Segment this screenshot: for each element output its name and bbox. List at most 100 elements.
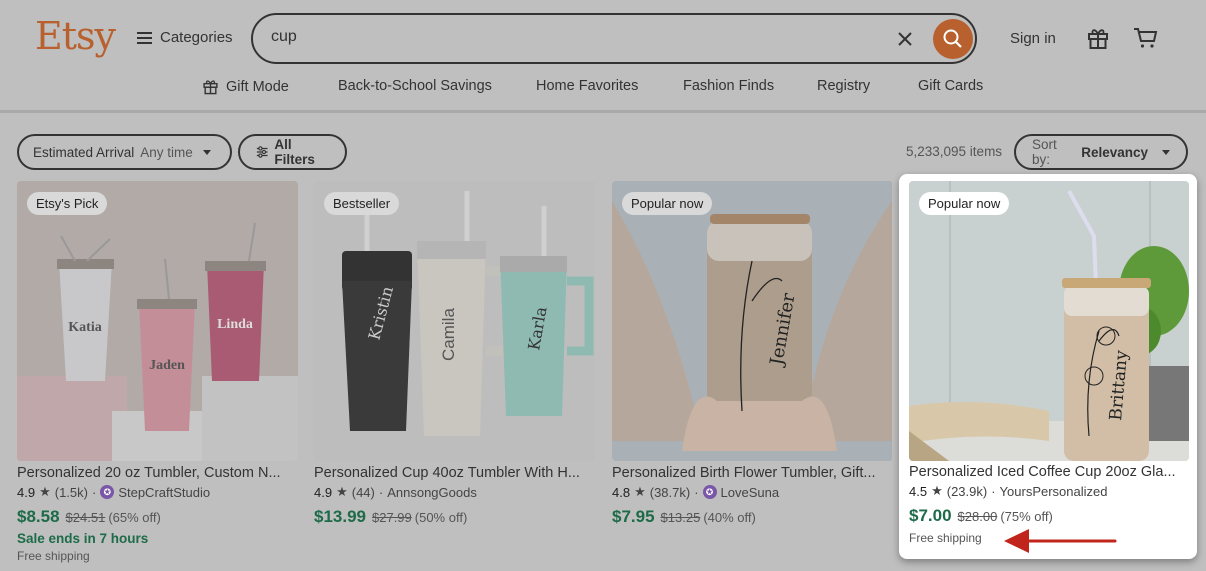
review-count: (38.7k) — [649, 484, 691, 500]
discount: (40% off) — [703, 510, 756, 525]
category-nav: Gift Mode Back-to-School Savings Home Fa… — [0, 78, 1206, 100]
estimated-arrival-filter[interactable]: Estimated Arrival Any time — [17, 134, 232, 170]
rating-value: 4.9 — [314, 484, 333, 500]
cart-button[interactable] — [1133, 26, 1159, 50]
categories-label: Categories — [160, 29, 233, 46]
listing-card[interactable]: Jennifer Popular now Personalized Birth … — [612, 181, 893, 571]
listing-image[interactable]: Katia Jaden Linda Etsy's Pick — [17, 181, 298, 461]
gift-icon — [203, 80, 218, 95]
search-bar — [251, 13, 977, 64]
svg-text:Jaden: Jaden — [149, 358, 185, 373]
nav-fashion-finds[interactable]: Fashion Finds — [683, 78, 774, 94]
gift-mode-button[interactable] — [1087, 26, 1109, 50]
svg-text:Camila: Camila — [439, 308, 458, 361]
listing-rating: 4.9 ★ (1.5k) · ✪ StepCraftStudio — [17, 484, 298, 500]
sale-price: $8.58 — [17, 507, 60, 526]
listing-title[interactable]: Personalized Cup 40oz Tumbler With H... — [314, 465, 595, 481]
price-row: $13.99 $27.99 (50% off) — [314, 507, 595, 527]
listing-card-highlighted[interactable]: Brittany Popular now Personalized Iced C… — [899, 174, 1197, 559]
rating-value: 4.9 — [17, 484, 36, 500]
sliders-icon — [256, 146, 268, 158]
svg-text:Linda: Linda — [217, 317, 253, 332]
sale-price: $13.99 — [314, 507, 366, 526]
listing-badge: Popular now — [919, 192, 1010, 215]
original-price: $27.99 — [372, 510, 412, 525]
sort-dropdown[interactable]: Sort by: Relevancy — [1014, 134, 1188, 170]
sale-price: $7.00 — [909, 506, 952, 525]
sign-in-link[interactable]: Sign in — [1010, 30, 1056, 47]
discount: (75% off) — [1000, 509, 1053, 524]
tumbler-photo: Kristin Camila Karla — [314, 181, 595, 461]
price-row: $7.00 $28.00 (75% off) — [909, 506, 1189, 526]
annotation-arrow-icon — [1004, 529, 1117, 553]
nav-registry[interactable]: Registry — [817, 78, 870, 94]
listing-title[interactable]: Personalized 20 oz Tumbler, Custom N... — [17, 465, 298, 481]
original-price: $24.51 — [65, 510, 106, 525]
listing-image[interactable]: Kristin Camila Karla Bestseller — [314, 181, 595, 461]
separator: · — [91, 484, 97, 500]
listing-title[interactable]: Personalized Iced Coffee Cup 20oz Gla... — [909, 464, 1189, 480]
nav-label: Gift Cards — [918, 78, 984, 94]
listing-image[interactable]: Brittany Popular now — [909, 181, 1189, 461]
listing-rating: 4.9 ★ (44) · AnnsongGoods — [314, 484, 595, 500]
tumbler-photo: Katia Jaden Linda — [17, 181, 298, 461]
original-price: $13.25 — [660, 510, 701, 525]
listing-card[interactable]: Kristin Camila Karla Bestseller Personal… — [314, 181, 595, 571]
caret-down-icon — [1162, 149, 1170, 155]
star-icon: ★ — [336, 484, 348, 499]
shop-name[interactable]: YoursPersonalized — [1000, 484, 1108, 499]
sale-price: $7.95 — [612, 507, 655, 526]
gift-icon — [1088, 29, 1108, 49]
separator: · — [694, 484, 699, 500]
nav-gift-cards[interactable]: Gift Cards — [918, 78, 983, 94]
listing-info: Personalized 20 oz Tumbler, Custom N... … — [17, 465, 298, 563]
shop-name[interactable]: LoveSuna — [721, 485, 780, 500]
clear-search-button[interactable] — [894, 27, 916, 51]
caret-down-icon — [202, 149, 211, 155]
separator: · — [991, 483, 996, 499]
search-input[interactable] — [271, 28, 871, 46]
price-row: $7.95 $13.25 (40% off) — [612, 507, 893, 527]
star-icon: ★ — [634, 484, 646, 499]
shop-name[interactable]: StepCraftStudio — [118, 485, 210, 500]
listing-rating: 4.8 ★ (38.7k) · ✪ LoveSuna — [612, 484, 893, 500]
review-count: (23.9k) — [946, 483, 988, 499]
all-filters-button[interactable]: All Filters — [238, 134, 347, 170]
separator: · — [378, 484, 384, 500]
listing-info: Personalized Cup 40oz Tumbler With H... … — [314, 465, 595, 527]
nav-label: Back-to-School Savings — [338, 78, 492, 94]
discount: (50% off) — [414, 510, 468, 525]
listing-title[interactable]: Personalized Birth Flower Tumbler, Gift.… — [612, 465, 893, 481]
review-count: (44) — [351, 484, 375, 500]
svg-text:Katia: Katia — [68, 320, 101, 335]
listing-info: Personalized Birth Flower Tumbler, Gift.… — [612, 465, 893, 527]
result-count: 5,233,095 items — [906, 144, 1003, 159]
price-row: $8.58 $24.51 (65% off) — [17, 507, 298, 527]
all-filters-label: All Filters — [274, 137, 315, 167]
search-icon — [943, 29, 962, 48]
glass-cup-photo: Jennifer — [612, 181, 892, 461]
nav-label: Registry — [817, 78, 871, 94]
listing-rating: 4.5 ★ (23.9k) · YoursPersonalized — [909, 483, 1189, 499]
close-icon — [898, 32, 912, 46]
sale-countdown: Sale ends in 7 hours — [17, 531, 149, 546]
nav-home-favorites[interactable]: Home Favorites — [536, 78, 638, 94]
site-header: Etsy Categories Sign in Gift Mode Back-t… — [0, 0, 1206, 113]
nav-label: Gift Mode — [226, 78, 289, 95]
listing-card[interactable]: Katia Jaden Linda Etsy's Pick Personaliz… — [17, 181, 298, 571]
search-submit-button[interactable] — [933, 19, 973, 59]
etsy-logo[interactable]: Etsy — [35, 14, 116, 58]
sort-label: Sort by: — [1032, 137, 1057, 167]
cart-icon — [1134, 28, 1158, 48]
nav-label: Fashion Finds — [683, 78, 775, 94]
listing-image[interactable]: Jennifer Popular now — [612, 181, 893, 461]
rating-value: 4.8 — [612, 484, 631, 500]
categories-button[interactable]: Categories — [137, 29, 233, 46]
star-seller-icon: ✪ — [702, 485, 717, 499]
nav-back-to-school[interactable]: Back-to-School Savings — [338, 78, 492, 94]
nav-gift-mode[interactable]: Gift Mode — [202, 78, 289, 95]
star-icon: ★ — [931, 483, 943, 498]
listing-badge: Etsy's Pick — [27, 192, 108, 215]
listing-badge: Bestseller — [324, 192, 400, 215]
shop-name[interactable]: AnnsongGoods — [387, 485, 477, 500]
